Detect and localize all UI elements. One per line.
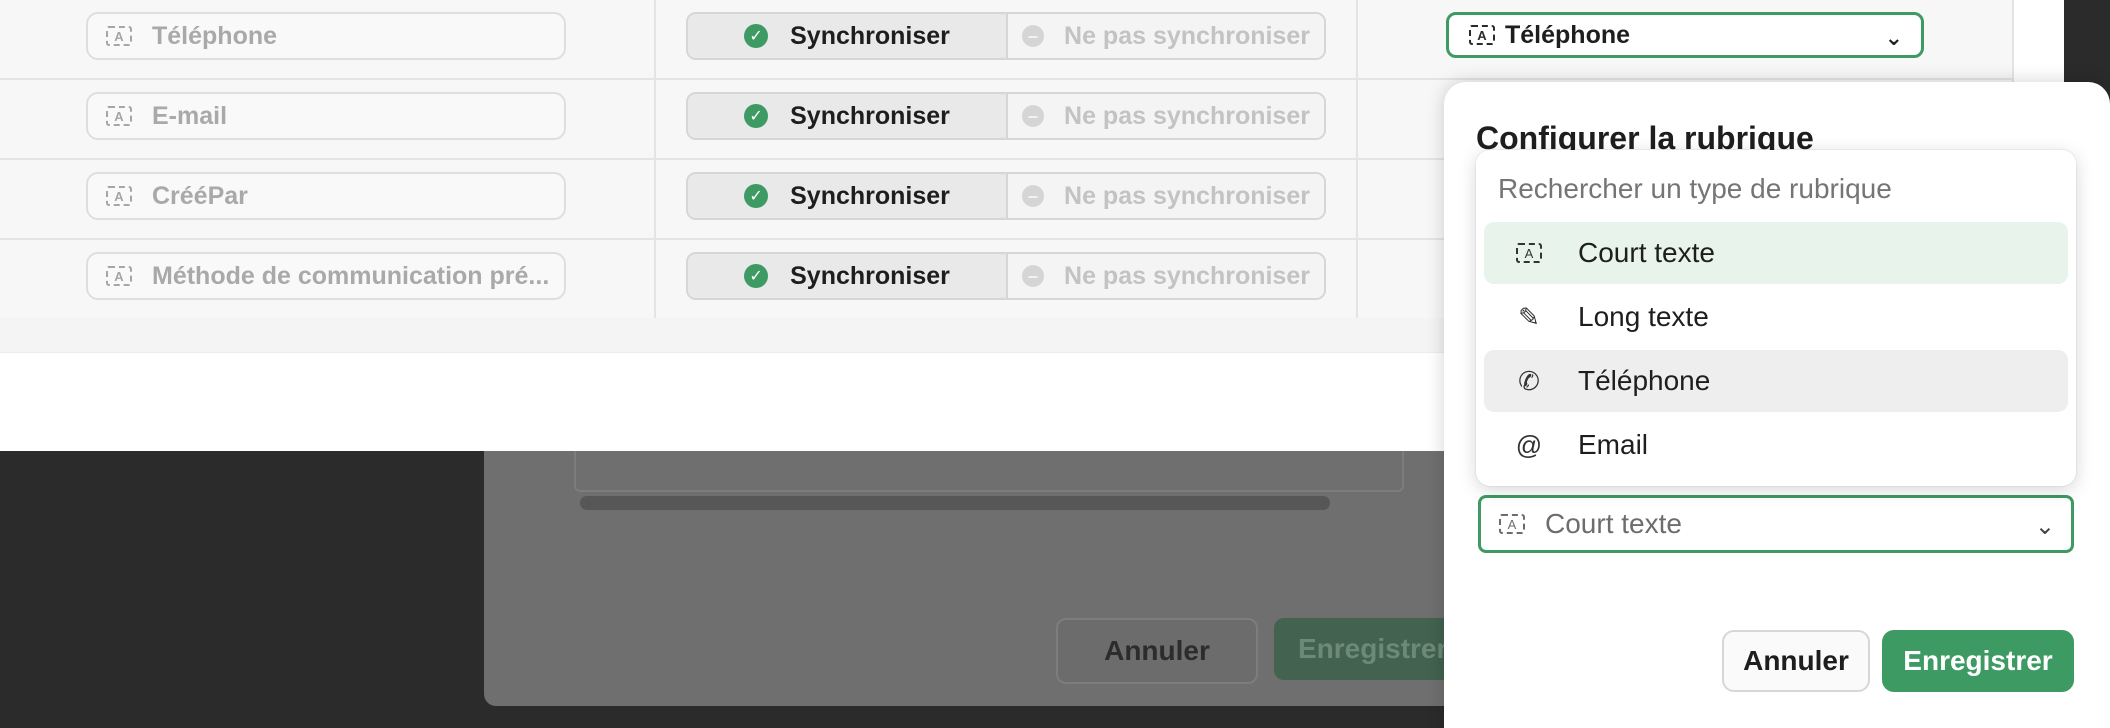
check-circle-icon: ✓ (744, 184, 769, 208)
chevron-down-icon: ⌄ (2034, 513, 2055, 540)
short-text-icon: A (106, 266, 132, 286)
sync-button[interactable]: ✓ Synchroniser (688, 254, 1008, 298)
option-label: Téléphone (1578, 365, 1711, 396)
no-sync-button[interactable]: – Ne pas synchroniser (1008, 254, 1324, 298)
field-name-label: Méthode de communication pré... (152, 261, 550, 290)
field-name-input: A Téléphone (86, 12, 566, 60)
option-label: Court texte (1578, 237, 1715, 268)
check-circle-icon: ✓ (744, 264, 769, 288)
background-scrollbar (580, 496, 1330, 510)
short-text-icon: A (1516, 243, 1542, 263)
sync-button[interactable]: ✓ Synchroniser (688, 94, 1008, 138)
option-email[interactable]: @ Email (1484, 414, 2068, 476)
sync-toggle: ✓ Synchroniser – Ne pas synchroniser (686, 252, 1326, 300)
field-type-search-input[interactable] (1496, 172, 2040, 206)
no-sync-label: Ne pas synchroniser (1064, 261, 1310, 290)
short-text-icon: A (106, 106, 132, 126)
sync-toggle: ✓ Synchroniser – Ne pas synchroniser (686, 92, 1326, 140)
field-name-label: Téléphone (152, 21, 278, 50)
cancel-button[interactable]: Annuler (1722, 630, 1870, 692)
sync-label: Synchroniser (790, 21, 950, 50)
background-cancel-button: Annuler (1056, 618, 1258, 684)
field-type-value: Court texte (1545, 508, 1682, 539)
field-type-dropdown: A Court texte ✎ Long texte ✆ Téléphone @… (1476, 150, 2076, 486)
field-type-select[interactable]: A Téléphone ⌄ (1446, 12, 1924, 58)
field-type-select[interactable]: A Court texte ⌄ (1478, 495, 2074, 553)
sync-toggle: ✓ Synchroniser – Ne pas synchroniser (686, 12, 1326, 60)
chevron-down-icon: ⌄ (1884, 25, 1903, 50)
no-sync-button[interactable]: – Ne pas synchroniser (1008, 14, 1324, 58)
field-name-label: CrééPar (152, 181, 248, 210)
at-icon: @ (1515, 429, 1543, 460)
no-sync-label: Ne pas synchroniser (1064, 21, 1310, 50)
minus-circle-icon: – (1022, 25, 1045, 47)
check-circle-icon: ✓ (744, 104, 769, 128)
short-text-icon: A (1499, 514, 1525, 534)
option-phone[interactable]: ✆ Téléphone (1484, 350, 2068, 412)
save-button[interactable]: Enregistrer (1882, 630, 2074, 692)
sync-button[interactable]: ✓ Synchroniser (688, 14, 1008, 58)
field-name-input: A CrééPar (86, 172, 566, 220)
sync-label: Synchroniser (790, 261, 950, 290)
no-sync-button[interactable]: – Ne pas synchroniser (1008, 94, 1324, 138)
field-name-label: E-mail (152, 101, 228, 130)
edit-icon: ✎ (1518, 301, 1540, 332)
minus-circle-icon: – (1022, 105, 1045, 127)
option-short-text[interactable]: A Court texte (1484, 222, 2068, 284)
short-text-icon: A (106, 186, 132, 206)
table-row: A Téléphone ✓ Synchroniser – Ne pas sync… (0, 0, 2012, 80)
sync-toggle: ✓ Synchroniser – Ne pas synchroniser (686, 172, 1326, 220)
phone-icon: ✆ (1518, 365, 1540, 396)
sync-label: Synchroniser (790, 101, 950, 130)
option-long-text[interactable]: ✎ Long texte (1484, 286, 2068, 348)
sync-button[interactable]: ✓ Synchroniser (688, 174, 1008, 218)
no-sync-label: Ne pas synchroniser (1064, 101, 1310, 130)
minus-circle-icon: – (1022, 265, 1045, 287)
short-text-icon: A (106, 26, 132, 46)
sync-label: Synchroniser (790, 181, 950, 210)
check-circle-icon: ✓ (744, 24, 769, 48)
field-name-input: A E-mail (86, 92, 566, 140)
option-label: Long texte (1578, 301, 1709, 332)
short-text-icon: A (1469, 25, 1495, 45)
option-label: Email (1578, 429, 1649, 460)
field-type-label: Téléphone (1505, 20, 1631, 49)
no-sync-button[interactable]: – Ne pas synchroniser (1008, 174, 1324, 218)
minus-circle-icon: – (1022, 185, 1045, 207)
field-name-input: A Méthode de communication pré... (86, 252, 566, 300)
no-sync-label: Ne pas synchroniser (1064, 181, 1310, 210)
